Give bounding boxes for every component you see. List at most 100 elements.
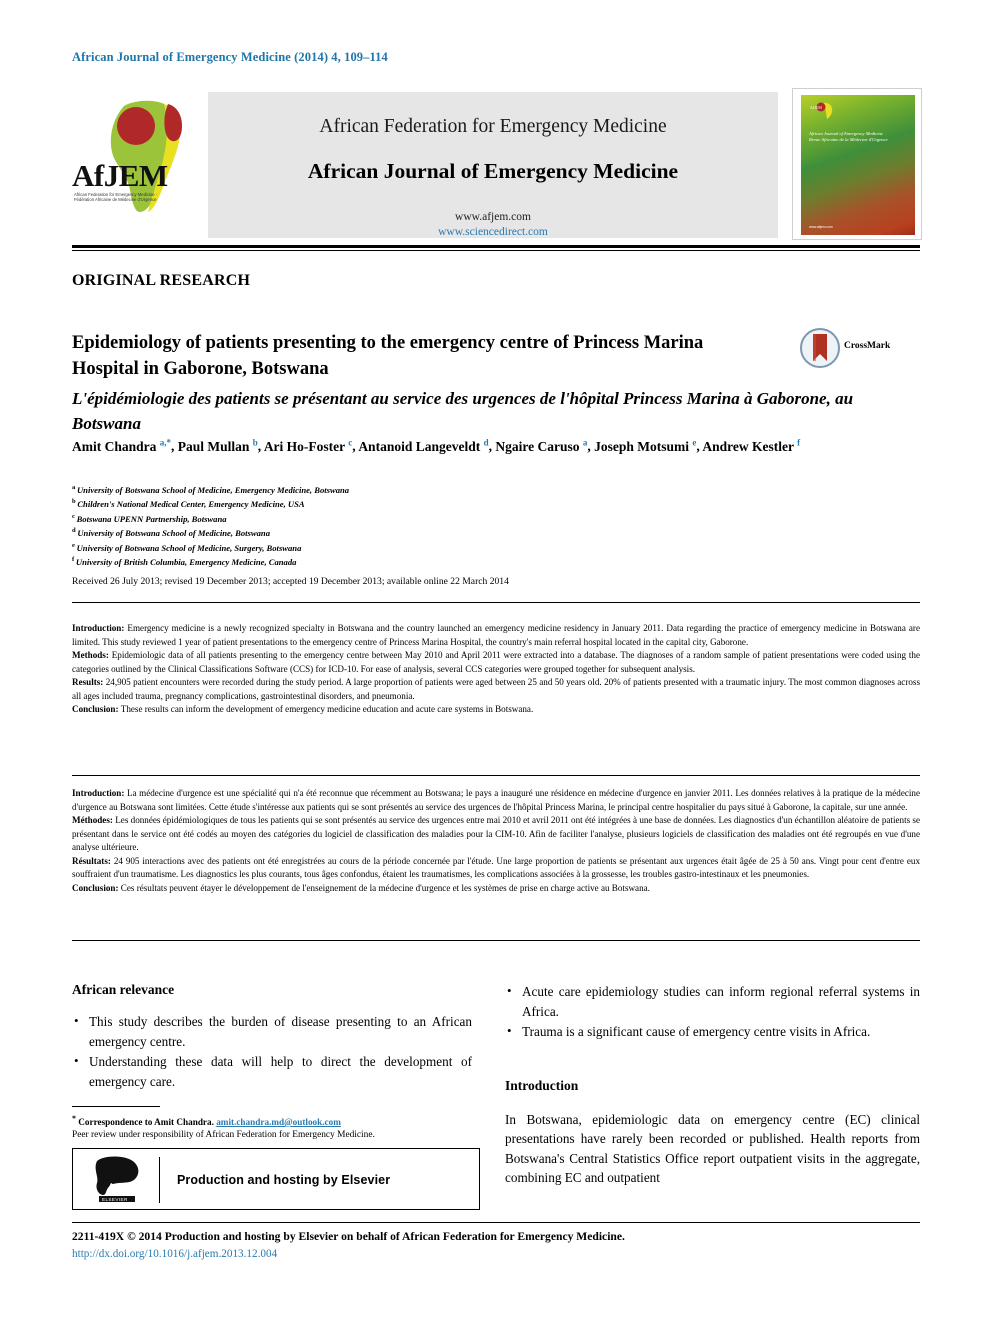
author-list: Amit Chandra a,*, Paul Mullan b, Ari Ho-… [72,437,801,454]
abstract-fr-results: Résultats: 24 905 interactions avec des … [72,855,920,882]
author-affiliation-marker: a [582,437,588,447]
affiliation-text: Children's National Medical Center, Emer… [77,499,305,510]
cover-artwork: AfJEM African Journal of Emergency Medic… [801,95,915,235]
page-title-french: L'épidémiologie des patients se présenta… [72,389,854,434]
elsevier-tree-icon: ELSEVIER [95,1156,139,1202]
affiliation-text: University of Botswana School of Medicin… [76,542,302,553]
abstract-en-conclusion: Conclusion: These results can inform the… [72,703,920,717]
abstract-fr-introduction: Introduction: La médecine d'urgence est … [72,787,920,814]
affiliation-item: b Children's National Medical Center, Em… [72,496,772,510]
correspondence-email-link[interactable]: amit.chandra.md@outlook.com [216,1117,341,1127]
journal-title: African Journal of Emergency Medicine [307,159,679,183]
copyright-line: 2211-419X © 2014 Production and hosting … [72,1230,625,1243]
author-name: Andrew Kestler f [702,437,801,454]
article-type-kicker: ORIGINAL RESEARCH [72,272,251,289]
abstract-english: Introduction: Emergency medicine is a ne… [72,622,920,717]
author-affiliation-marker: b [252,437,258,447]
running-head: African Journal of Emergency Medicine (2… [72,50,388,64]
page-title: Epidemiology of patients presenting to t… [72,333,704,380]
afjem-logo-subtext: African Federation for Emergency Medicin… [74,192,158,203]
footnote-rule [72,1106,160,1107]
cover-afjem-icon: AfJEM [810,102,833,119]
abstract-en-results-text: 24,905 patient encounters were recorded … [72,677,920,701]
cover-title: African Journal of Emergency Medicine Re… [809,131,888,143]
abstract-en-conclusion-label: Conclusion: [72,704,119,715]
cover-footer-url: www.afjem.com [809,225,833,229]
affiliation-item: f University of British Columbia, Emerge… [72,554,772,568]
author-name: Paul Mullan b [177,437,258,454]
affiliation-item: e University of Botswana School of Medic… [72,540,772,554]
abstract-fr-methods-text: Les données épidémiologiques de tous les… [72,815,921,853]
doi-link[interactable]: http://dx.doi.org/10.1016/j.afjem.2013.1… [72,1248,277,1260]
list-item: Understanding these data will help to di… [72,1051,472,1091]
author-affiliation-marker: f [797,437,801,447]
abstract-fr-conclusion: Conclusion: Ces résultats peuvent étayer… [72,882,920,896]
author-name: Ari Ho-Foster c [263,437,353,454]
footer-divider [72,1222,920,1223]
masthead-banner: African Federation for Emergency Medicin… [208,92,778,238]
elsevier-divider [159,1157,160,1203]
correspondence-note: * Correspondence to Amit Chandra. amit.c… [72,1112,482,1129]
abstract-en-methods: Methods: Epidemiologic data of all patie… [72,649,920,676]
affiliation-item: a University of Botswana School of Medic… [72,482,772,496]
affiliation-text: University of British Columbia, Emergenc… [75,557,297,568]
abstract-fr-methods-label: Méthodes: [72,815,113,826]
abstract-en-methods-label: Methods: [72,650,109,661]
abstract-en-methods-text: Epidemiologic data of all patients prese… [72,650,920,674]
author-affiliation-marker: a,* [159,437,172,447]
elsevier-banner-text: Production and hosting by Elsevier [177,1173,391,1187]
affiliation-text: University of Botswana School of Medicin… [77,528,270,539]
abstract-fr-introduction-label: Introduction: [72,788,125,798]
article-history: Received 26 July 2013; revised 19 Decemb… [72,576,509,587]
affiliation-text: University of Botswana School of Medicin… [76,484,350,495]
crossmark-icon [800,328,840,368]
correspondence-asterisk: * [72,1114,76,1123]
abstract-fr-conclusion-label: Conclusion: [72,882,119,893]
journal-url[interactable]: www.afjem.com [208,210,778,225]
abstract-en-results-label: Results: [72,677,104,688]
author-name: Amit Chandra a,* [72,437,172,454]
journal-article-page: African Journal of Emergency Medicine (2… [0,0,992,1323]
african-relevance-list-right: Acute care epidemiology studies can info… [505,981,920,1042]
svg-text:AfJEM: AfJEM [810,105,822,110]
african-relevance-heading: African relevance [72,982,175,997]
crossmark-badge[interactable]: CrossMark [800,328,910,370]
abstract-divider-middle [72,775,920,776]
correspondence-label: Correspondence to Amit Chandra. [78,1117,214,1128]
abstract-divider-bottom [72,940,920,941]
abstract-en-results: Results: 24,905 patient encounters were … [72,676,920,703]
abstract-fr-methods: Méthodes: Les données épidémiologiques d… [72,814,920,855]
elsevier-hosting-banner: ELSEVIER Production and hosting by Elsev… [72,1148,480,1210]
list-item: This study describes the burden of disea… [72,1011,472,1051]
author-affiliation-marker: d [483,437,489,447]
abstract-fr-results-text: 24 905 interactions avec des patients on… [72,855,921,880]
abstract-divider-top [72,602,920,603]
author-name: Joseph Motsumi e [594,437,697,454]
author-affiliation-marker: e [692,437,697,447]
abstract-french: Introduction: La médecine d'urgence est … [72,787,920,895]
affiliation-item: c Botswana UPENN Partnership, Botswana [72,511,772,525]
sciencedirect-url[interactable]: www.sciencedirect.com [208,225,778,240]
introduction-body: In Botswana, epidemiologic data on emerg… [505,1111,920,1186]
introduction-heading: Introduction [505,1077,579,1093]
journal-masthead: AfJEM African Federation for Emergency M… [72,88,922,240]
afjem-wordmark: AfJEM [72,158,168,193]
column-right: Acute care epidemiology studies can info… [505,981,920,1188]
list-item: Trauma is a significant cause of emergen… [505,1021,920,1042]
abstract-fr-introduction-text: La médecine d'urgence est une spécialité… [72,788,921,812]
afjem-logo: AfJEM African Federation for Emergency M… [72,88,208,238]
crossmark-label: CrossMark [844,341,891,351]
masthead-divider-thin [72,250,920,251]
african-relevance-list-left: This study describes the burden of disea… [72,1011,472,1091]
abstract-fr-results-label: Résultats: [72,855,111,866]
abstract-fr-conclusion-text: Ces résultats peuvent étayer le développ… [120,882,650,893]
federation-title: African Federation for Emergency Medicin… [319,116,667,137]
author-name: Antanoid Langeveldt d [358,437,489,454]
abstract-en-conclusion-text: These results can inform the development… [120,704,534,715]
masthead-urls: www.afjem.com www.sciencedirect.com [208,210,778,240]
affiliation-item: d University of Botswana School of Medic… [72,525,772,539]
affiliation-text: Botswana UPENN Partnership, Botswana [76,513,227,524]
author-name: Ngaire Caruso a [495,437,588,454]
abstract-en-introduction-text: Emergency medicine is a newly recognized… [72,623,920,647]
abstract-en-introduction: Introduction: Emergency medicine is a ne… [72,622,920,649]
